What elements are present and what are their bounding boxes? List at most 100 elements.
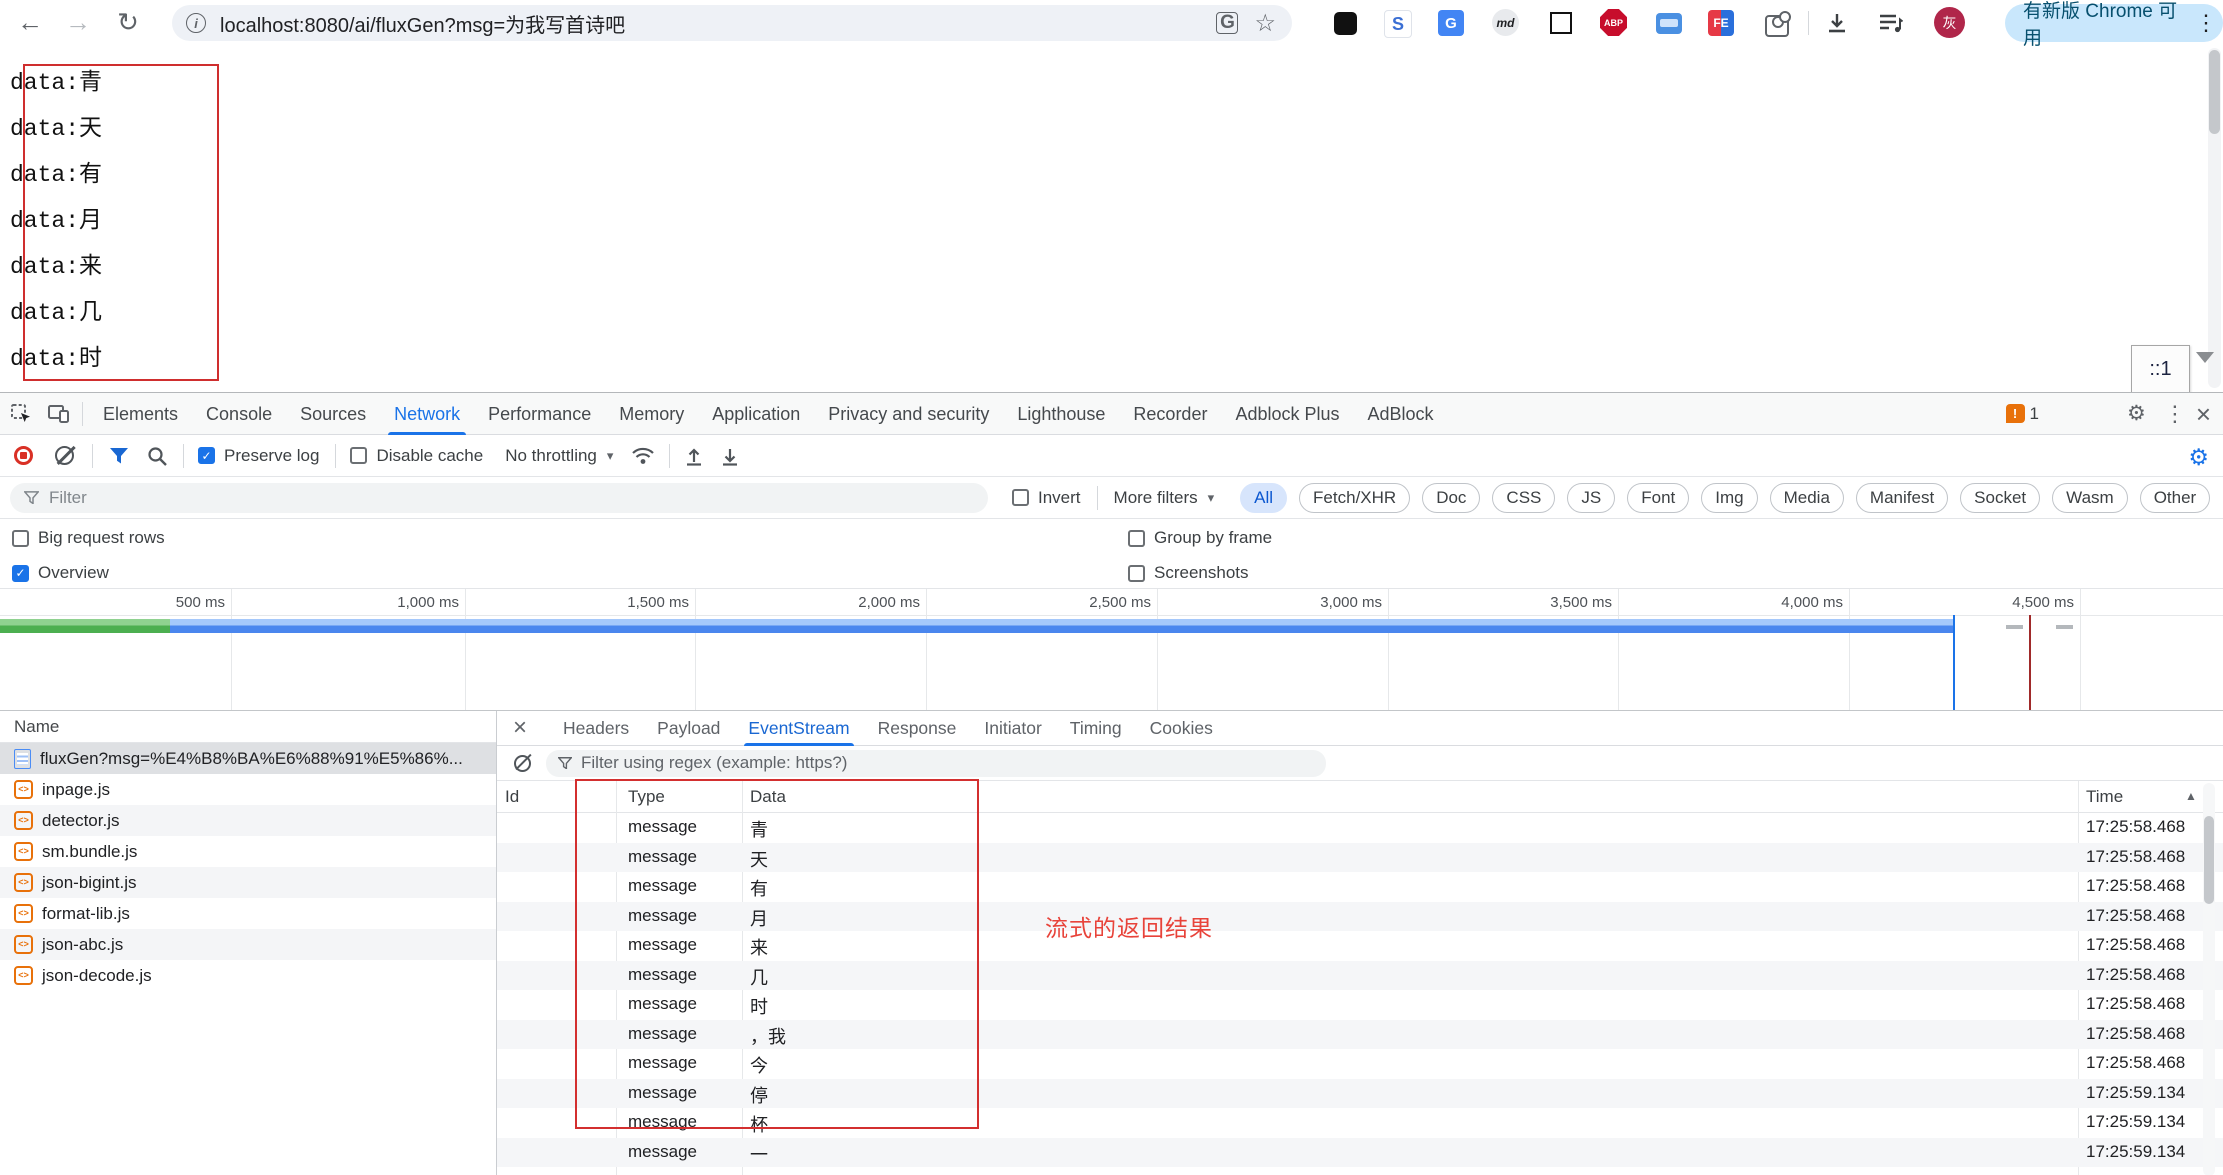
extension-icon-fe[interactable]: FE: [1708, 10, 1734, 36]
type-filter-other[interactable]: Other: [2140, 483, 2211, 513]
extension-icon-s[interactable]: S: [1384, 10, 1412, 38]
extension-icon-md[interactable]: md: [1492, 9, 1519, 36]
tab-elements[interactable]: Elements: [89, 393, 192, 435]
tab-memory[interactable]: Memory: [605, 393, 698, 435]
type-filter-css[interactable]: CSS: [1492, 483, 1555, 513]
filter-input[interactable]: Filter: [10, 483, 988, 513]
request-row[interactable]: <> format-lib.js: [0, 898, 496, 929]
record-network-log-button[interactable]: [14, 446, 33, 465]
address-bar[interactable]: i localhost:8080/ai/fluxGen?msg=为我写首诗吧 G…: [172, 5, 1292, 41]
error-badge-icon: !: [2006, 404, 2025, 423]
chrome-update-button[interactable]: 有新版 Chrome 可用 ⋮: [2005, 4, 2223, 42]
request-row[interactable]: <> detector.js: [0, 805, 496, 836]
event-time: 17:25:58.468: [2086, 847, 2185, 867]
tab-response[interactable]: Response: [864, 711, 971, 746]
tab-payload[interactable]: Payload: [643, 711, 734, 746]
downloads-icon[interactable]: [1822, 8, 1852, 38]
tab-recorder[interactable]: Recorder: [1119, 393, 1221, 435]
site-info-icon[interactable]: i: [186, 13, 206, 33]
screenshots-checkbox[interactable]: ✓: [1128, 565, 1145, 582]
big-request-rows-checkbox[interactable]: ✓: [12, 530, 29, 547]
clear-events-icon[interactable]: [514, 755, 531, 772]
type-filter-socket[interactable]: Socket: [1960, 483, 2040, 513]
reload-icon[interactable]: ↻: [108, 0, 148, 45]
extension-icon-reader[interactable]: [1330, 8, 1360, 38]
bookmark-star-icon[interactable]: ☆: [1254, 9, 1276, 38]
preserve-log-checkbox[interactable]: ✓: [198, 447, 215, 464]
adblock-plus-extension-icon[interactable]: ABP: [1600, 9, 1627, 36]
overview-checkbox[interactable]: ✓: [12, 565, 29, 582]
device-toolbar-icon[interactable]: [42, 399, 76, 429]
request-row[interactable]: <> inpage.js: [0, 774, 496, 805]
throttling-caret-icon[interactable]: ▾: [607, 448, 614, 464]
devtools-menu-kebab-icon[interactable]: ⋮: [2164, 401, 2178, 427]
name-column-header[interactable]: Name: [0, 711, 496, 743]
tab-sources[interactable]: Sources: [286, 393, 380, 435]
request-row[interactable]: <> json-abc.js: [0, 929, 496, 960]
browser-menu-kebab-icon[interactable]: ⋮: [2195, 10, 2215, 36]
clear-network-log-icon[interactable]: [55, 446, 74, 465]
tab-performance[interactable]: Performance: [474, 393, 605, 435]
error-counter[interactable]: ! 1: [2006, 404, 2039, 424]
devtools-close-icon[interactable]: ×: [2196, 404, 2211, 424]
tab-privacy-security[interactable]: Privacy and security: [814, 393, 1003, 435]
col-header-time[interactable]: Time: [2086, 787, 2123, 807]
tab-adblock[interactable]: AdBlock: [1354, 393, 1448, 435]
throttling-select[interactable]: No throttling: [505, 446, 597, 466]
disable-cache-checkbox[interactable]: ✓: [350, 447, 367, 464]
search-icon[interactable]: [147, 446, 167, 466]
tab-cookies[interactable]: Cookies: [1136, 711, 1227, 746]
tab-network[interactable]: Network: [380, 393, 474, 435]
tab-headers[interactable]: Headers: [549, 711, 643, 746]
invert-checkbox[interactable]: ✓: [1012, 489, 1029, 506]
type-filter-wasm[interactable]: Wasm: [2052, 483, 2128, 513]
profile-avatar[interactable]: 灰: [1934, 7, 1965, 38]
annotation-text: 流式的返回结果: [1045, 909, 1275, 943]
tab-eventstream[interactable]: EventStream: [734, 711, 863, 746]
translate-extension-icon[interactable]: G: [1438, 10, 1464, 36]
request-row-fluxgen[interactable]: fluxGen?msg=%E4%B8%BA%E6%88%91%E5%86%...: [0, 743, 496, 774]
request-row[interactable]: <> json-bigint.js: [0, 867, 496, 898]
more-filters-button[interactable]: More filters: [1114, 488, 1198, 508]
type-filter-img[interactable]: Img: [1701, 483, 1757, 513]
tab-initiator[interactable]: Initiator: [970, 711, 1055, 746]
network-conditions-icon[interactable]: [631, 446, 655, 466]
tab-lighthouse[interactable]: Lighthouse: [1003, 393, 1119, 435]
back-icon[interactable]: ←: [10, 0, 50, 45]
type-filter-doc[interactable]: Doc: [1422, 483, 1480, 513]
extension-icon-card[interactable]: [1654, 8, 1684, 38]
translate-icon[interactable]: G: [1216, 12, 1238, 34]
network-overview-timeline[interactable]: 500 ms 1,000 ms 1,500 ms 2,000 ms 2,500 …: [0, 589, 2223, 711]
event-row[interactable]: message 一 17:25:59.134: [497, 1138, 2223, 1168]
devtools-settings-gear-icon[interactable]: ⚙: [2127, 401, 2146, 426]
sort-ascending-icon[interactable]: ▲: [2185, 789, 2197, 803]
detail-close-icon[interactable]: ×: [513, 719, 527, 737]
inspect-element-icon[interactable]: [4, 399, 38, 429]
group-by-frame-checkbox[interactable]: ✓: [1128, 530, 1145, 547]
more-filters-caret-icon[interactable]: ▾: [1208, 490, 1215, 506]
page-scrollbar-thumb[interactable]: [2209, 50, 2220, 134]
request-row[interactable]: <> sm.bundle.js: [0, 836, 496, 867]
type-filter-font[interactable]: Font: [1627, 483, 1689, 513]
qr-extension-icon[interactable]: [1546, 8, 1576, 38]
media-controls-icon[interactable]: [1876, 8, 1906, 38]
type-filter-all[interactable]: All: [1240, 483, 1287, 513]
type-filter-js[interactable]: JS: [1567, 483, 1615, 513]
detail-scrollbar-thumb[interactable]: [2204, 816, 2214, 904]
export-har-icon[interactable]: [720, 446, 740, 466]
type-filter-fetch-xhr[interactable]: Fetch/XHR: [1299, 483, 1410, 513]
forward-icon[interactable]: →: [58, 0, 98, 45]
filter-funnel-icon[interactable]: [109, 447, 129, 464]
tab-application[interactable]: Application: [698, 393, 814, 435]
regex-filter-input[interactable]: Filter using regex (example: https?): [546, 750, 1326, 777]
request-row[interactable]: <> json-decode.js: [0, 960, 496, 991]
type-filter-manifest[interactable]: Manifest: [1856, 483, 1948, 513]
col-header-id[interactable]: Id: [505, 787, 519, 807]
tab-console[interactable]: Console: [192, 393, 286, 435]
import-har-icon[interactable]: [684, 446, 704, 466]
tab-adblock-plus[interactable]: Adblock Plus: [1221, 393, 1353, 435]
tab-timing[interactable]: Timing: [1056, 711, 1136, 746]
extensions-puzzle-icon[interactable]: [1762, 8, 1792, 38]
type-filter-media[interactable]: Media: [1770, 483, 1844, 513]
network-settings-gear-icon[interactable]: ⚙: [2188, 444, 2209, 471]
